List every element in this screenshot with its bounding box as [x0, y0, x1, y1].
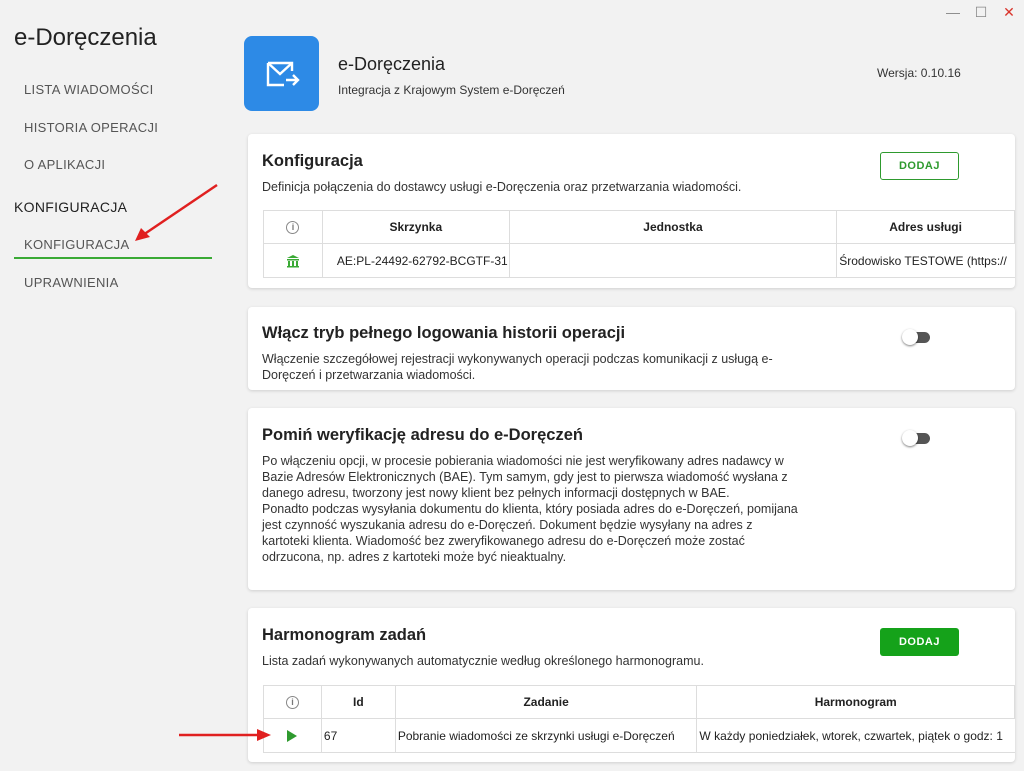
sidebar-item-historia-operacji[interactable]: HISTORIA OPERACJI	[14, 120, 212, 135]
col-adres-uslugi[interactable]: Adres usługi	[837, 211, 1015, 243]
verify-description-2: Ponadto podczas wysyłania dokumentu do k…	[262, 502, 798, 564]
schedule-table: i Id Zadanie Harmonogram 67 Pobranie wia…	[263, 685, 1015, 753]
config-card: Konfiguracja Definicja połączenia do dos…	[248, 134, 1015, 288]
verify-card: Pomiń weryfikację adresu do e-Doręczeń P…	[248, 408, 1015, 590]
schedule-add-button[interactable]: DODAJ	[880, 628, 959, 656]
cell-skrzynka: AE:PL-24492-62792-BCGTF-31	[323, 244, 510, 277]
table-row[interactable]: AE:PL-24492-62792-BCGTF-31 Środowisko TE…	[264, 244, 1015, 277]
table-row[interactable]: 67 Pobranie wiadomości ze skrzynki usług…	[264, 719, 1015, 752]
col-skrzynka[interactable]: Skrzynka	[323, 211, 510, 243]
sidebar-item-uprawnienia[interactable]: UPRAWNIENIA	[14, 275, 212, 290]
config-title: Konfiguracja	[262, 152, 363, 170]
verify-toggle[interactable]	[902, 430, 930, 446]
app-title: e-Doręczenia	[14, 24, 157, 51]
col-harmonogram[interactable]: Harmonogram	[697, 686, 1015, 718]
header-subtitle: Integracja z Krajowym System e-Doręczeń	[338, 83, 565, 97]
config-add-button[interactable]: DODAJ	[880, 152, 959, 180]
cell-id: 67	[322, 719, 396, 752]
sidebar: e-Doręczenia LISTA WIADOMOŚCI HISTORIA O…	[0, 0, 232, 771]
annotation-arrow-play	[179, 729, 271, 741]
info-icon[interactable]: i	[286, 220, 300, 234]
mail-send-icon	[266, 61, 300, 86]
annotation-arrow-sidebar	[135, 183, 218, 241]
cell-adres-uslugi: Środowisko TESTOWE (https://	[839, 253, 1007, 268]
cell-jednostka	[510, 244, 838, 277]
sidebar-item-lista-wiadomosci[interactable]: LISTA WIADOMOŚCI	[14, 82, 212, 97]
config-table: i Skrzynka Jednostka Adres usługi AE:PL-…	[263, 210, 1015, 278]
col-jednostka[interactable]: Jednostka	[510, 211, 838, 243]
config-description: Definicja połączenia do dostawcy usługi …	[262, 180, 742, 194]
logging-description: Włączenie szczegółowej rejestracji wykon…	[262, 352, 773, 382]
col-id[interactable]: Id	[322, 686, 396, 718]
col-zadanie[interactable]: Zadanie	[396, 686, 698, 718]
header-title: e-Doręczenia	[338, 54, 446, 74]
verify-title: Pomiń weryfikację adresu do e-Doręczeń	[262, 426, 583, 444]
logging-toggle[interactable]	[902, 329, 930, 345]
play-icon[interactable]	[286, 729, 298, 742]
app-logo	[244, 36, 319, 111]
schedule-title: Harmonogram zadań	[262, 626, 427, 644]
sidebar-item-o-aplikacji[interactable]: O APLIKACJI	[14, 157, 212, 172]
cell-zadanie: Pobranie wiadomości ze skrzynki usługi e…	[396, 719, 698, 752]
schedule-description: Lista zadań wykonywanych automatycznie w…	[262, 654, 704, 668]
table-header: i Id Zadanie Harmonogram	[264, 686, 1015, 719]
version-label: Wersja: 0.10.16	[877, 66, 961, 80]
logging-card: Włącz tryb pełnego logowania historii op…	[248, 307, 1015, 390]
info-icon[interactable]: i	[285, 695, 299, 709]
logging-title: Włącz tryb pełnego logowania historii op…	[262, 324, 626, 342]
institution-icon	[286, 254, 299, 267]
main-content: e-Doręczenia Integracja z Krajowym Syste…	[232, 0, 1024, 771]
table-header: i Skrzynka Jednostka Adres usługi	[264, 211, 1015, 244]
cell-harmonogram: W każdy poniedziałek, wtorek, czwartek, …	[699, 728, 1003, 743]
verify-description-1: Po włączeniu opcji, w procesie pobierani…	[262, 454, 788, 500]
schedule-card: Harmonogram zadań Lista zadań wykonywany…	[248, 608, 1015, 762]
